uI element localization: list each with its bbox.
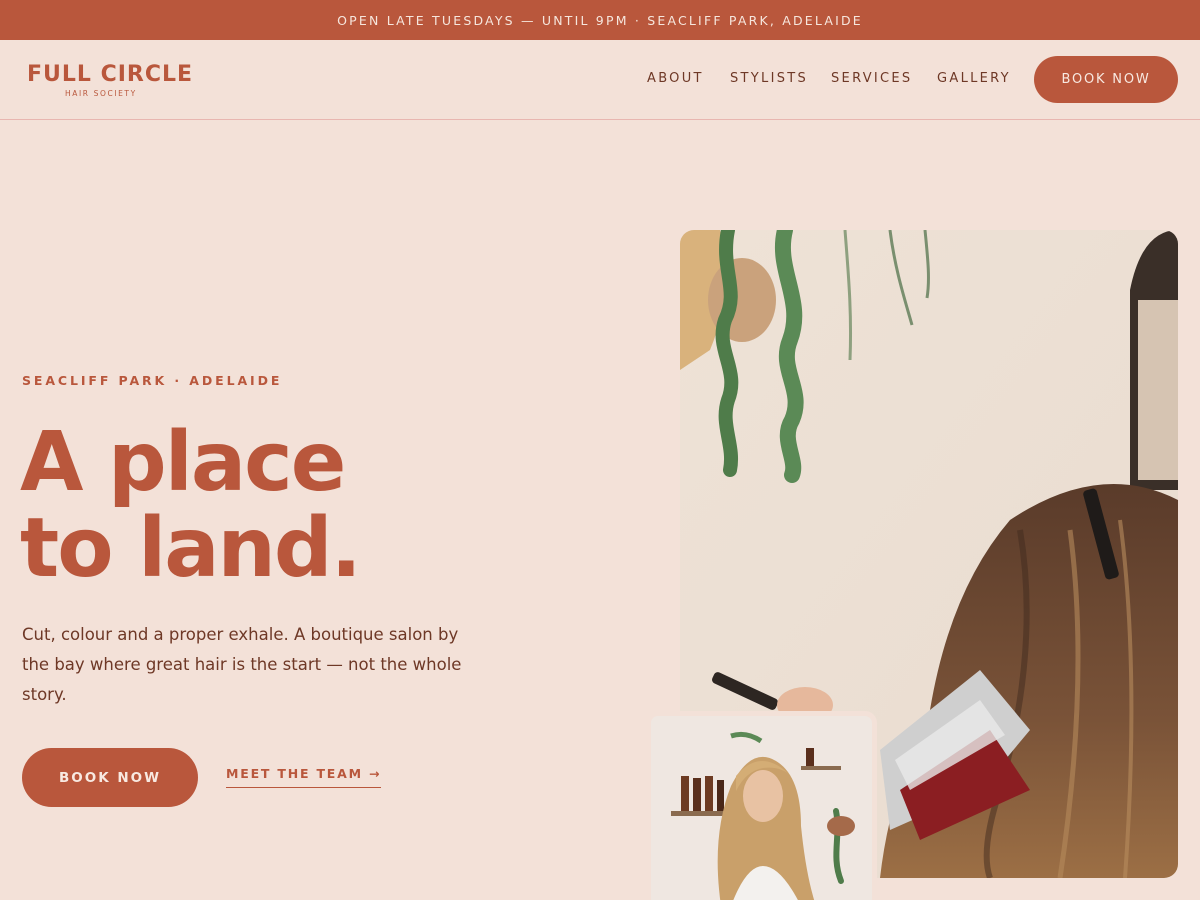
hero-book-now-button[interactable]: BOOK NOW [22, 748, 198, 807]
stylist-portrait-photo [646, 711, 877, 900]
hero-eyebrow: SEACLIFF PARK · ADELAIDE [22, 373, 283, 388]
announcement-text: OPEN LATE TUESDAYS — UNTIL 9PM · SEACLIF… [337, 12, 863, 28]
nav-item-gallery[interactable]: GALLERY [937, 71, 1011, 86]
header-book-now-button[interactable]: BOOK NOW [1034, 56, 1178, 103]
site-header: FULL CIRCLE HAIR SOCIETY ABOUT STYLISTS … [0, 40, 1200, 120]
hero-intro: Cut, colour and a proper exhale. A bouti… [22, 625, 462, 704]
nav-item-services[interactable]: SERVICES [831, 71, 912, 86]
hero-headline-line-2: to land. [20, 501, 362, 596]
meet-the-team-link[interactable]: MEET THE TEAM → [226, 766, 382, 788]
hero-headline: A place to land. [20, 420, 480, 592]
nav-item-about[interactable]: ABOUT [647, 71, 704, 86]
logo-wordmark: FULL CIRCLE [27, 62, 194, 87]
nav-item-stylists[interactable]: STYLISTS [730, 71, 808, 86]
hero-headline-line-1: A place [20, 415, 346, 510]
logo-subtitle: HAIR SOCIETY [65, 89, 137, 98]
logo[interactable]: FULL CIRCLE HAIR SOCIETY [27, 62, 192, 102]
announcement-bar: OPEN LATE TUESDAYS — UNTIL 9PM · SEACLIF… [0, 0, 1200, 40]
